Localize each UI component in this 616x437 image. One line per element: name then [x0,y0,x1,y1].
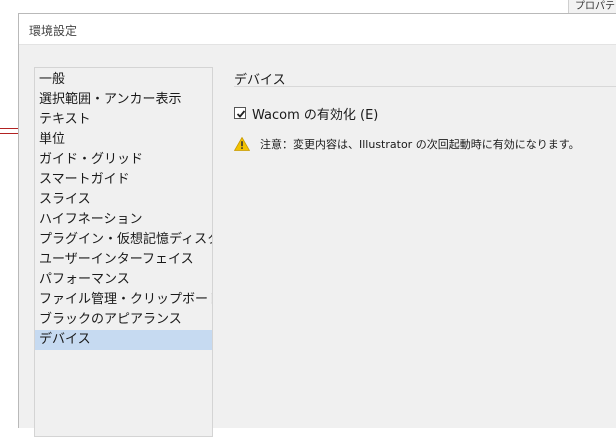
restart-note-text: 注意：変更内容は、Illustrator の次回起動時に有効になります。 [260,138,580,151]
properties-panel-tab[interactable]: プロパテ [568,0,616,14]
sidebar-item-plugins-scratch-disks[interactable]: プラグイン・仮想記憶ディスク [35,230,212,250]
sidebar-item-hyphenation[interactable]: ハイフネーション [35,210,212,230]
preferences-category-list: 一般 選択範囲・アンカー表示 テキスト 単位 ガイド・グリッド スマートガイド … [34,67,213,437]
panel-divider [234,86,616,87]
background-guide-line [0,133,20,134]
sidebar-item-type[interactable]: テキスト [35,110,212,130]
sidebar-item-general[interactable]: 一般 [35,70,212,90]
dialog-titlebar[interactable]: 環境設定 [19,14,616,45]
sidebar-item-smart-guides[interactable]: スマートガイド [35,170,212,190]
sidebar-item-guides-grid[interactable]: ガイド・グリッド [35,150,212,170]
sidebar-item-user-interface[interactable]: ユーザーインターフェイス [35,250,212,270]
sidebar-item-units[interactable]: 単位 [35,130,212,150]
checkmark-icon [236,110,246,118]
sidebar-item-slices[interactable]: スライス [35,190,212,210]
background-guide-line [0,128,20,129]
wacom-enable-row[interactable]: Wacom の有効化 (E) [234,104,379,123]
wacom-enable-label: Wacom の有効化 (E) [252,107,379,123]
restart-note: 注意：変更内容は、Illustrator の次回起動時に有効になります。 [234,136,580,152]
sidebar-item-appearance-of-black[interactable]: ブラックのアピアランス [35,310,212,330]
sidebar-item-selection-anchor[interactable]: 選択範囲・アンカー表示 [35,90,212,110]
preferences-dialog: 環境設定 一般 選択範囲・アンカー表示 テキスト 単位 ガイド・グリッド スマー… [18,13,616,437]
sidebar-item-devices[interactable]: デバイス [35,330,212,350]
sidebar-item-performance[interactable]: パフォーマンス [35,270,212,290]
sidebar-item-file-handling-clipboard[interactable]: ファイル管理・クリップボード [35,290,212,310]
wacom-enable-checkbox[interactable] [234,107,246,119]
warning-icon [234,137,250,151]
dialog-title: 環境設定 [29,24,78,38]
